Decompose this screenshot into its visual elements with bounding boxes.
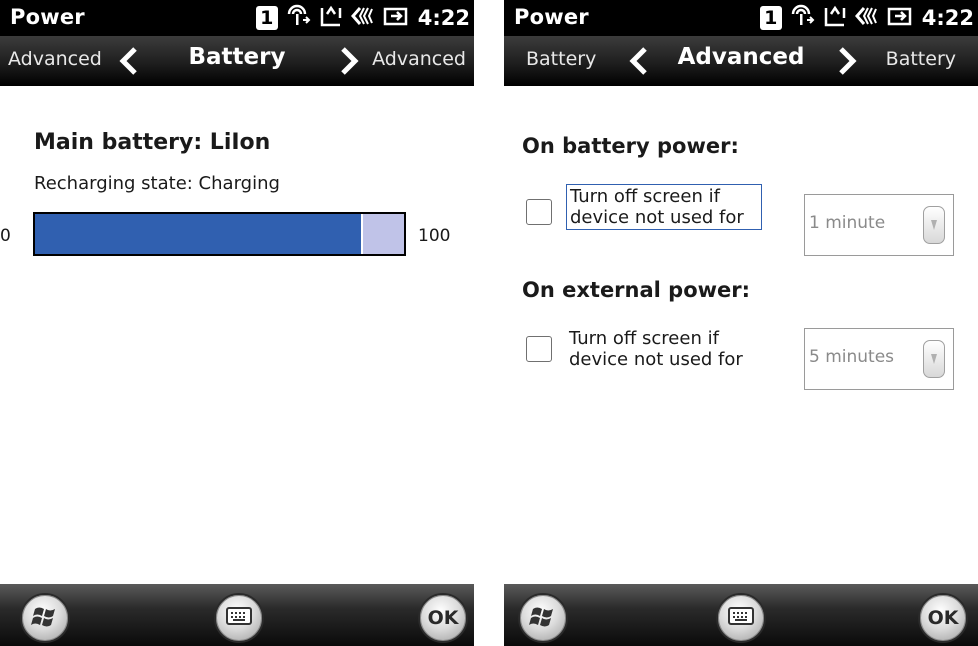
battery-bar-max-label: 100 — [418, 226, 451, 246]
status-icons: 1 4:22 — [255, 4, 470, 32]
bottom-toolbar: OK — [504, 584, 978, 646]
tab-navigation: Advanced Battery Advanced — [0, 36, 474, 86]
bottom-toolbar: OK — [0, 584, 474, 646]
battery-level-fill — [35, 214, 364, 254]
keyboard-icon — [727, 605, 755, 631]
sim-slot-badge: 1 — [759, 6, 782, 30]
external-power-heading: On external power: — [522, 278, 751, 302]
start-icon — [30, 601, 60, 635]
dropdown-arrow-icon[interactable] — [923, 206, 945, 244]
ok-button[interactable]: OK — [418, 593, 468, 643]
checkbox-label-line: device not used for — [569, 349, 743, 370]
chevron-right-icon[interactable] — [836, 46, 858, 80]
battery-power-checkbox-label[interactable]: Turn off screen if device not used for — [566, 184, 762, 230]
status-icons: 1 4:22 — [759, 4, 974, 32]
status-clock: 4:22 — [417, 6, 470, 30]
battery-timeout-select[interactable]: 1 minute — [804, 194, 954, 256]
keyboard-button[interactable] — [716, 593, 766, 643]
keyboard-icon — [225, 605, 253, 631]
status-bar: Power 1 4:22 — [0, 0, 474, 36]
checkbox-label-line: device not used for — [570, 207, 744, 228]
ok-label: OK — [927, 607, 959, 629]
battery-power-heading: On battery power: — [522, 134, 739, 158]
checkbox-label-line: Turn off screen if — [569, 328, 719, 349]
status-clock: 4:22 — [921, 6, 974, 30]
external-power-checkbox-label[interactable]: Turn off screen if device not used for — [566, 327, 762, 371]
recharging-state-label: Recharging state: Charging — [34, 173, 280, 194]
nav-next-tab[interactable]: Battery — [886, 48, 956, 70]
start-button[interactable] — [20, 593, 70, 643]
battery-screen: Power 1 4:22 Advanced Battery Advanced M… — [0, 0, 474, 646]
start-button[interactable] — [518, 593, 568, 643]
ok-button[interactable]: OK — [918, 593, 968, 643]
battery-level-bar — [33, 212, 406, 256]
dropdown-arrow-icon[interactable] — [923, 340, 945, 378]
signal-icon[interactable] — [286, 4, 312, 32]
advanced-screen: Power 1 4:22 Battery Advanced Battery On… — [504, 0, 978, 646]
sync-icon[interactable] — [822, 4, 848, 32]
battery-bar-min-label: 0 — [0, 226, 11, 246]
app-title: Power — [514, 5, 589, 29]
external-timeout-value: 5 minutes — [809, 347, 895, 367]
external-power-checkbox[interactable] — [526, 336, 552, 362]
ok-label: OK — [427, 607, 459, 629]
battery-timeout-value: 1 minute — [809, 213, 886, 233]
battery-plug-icon[interactable] — [382, 4, 410, 32]
tab-navigation: Battery Advanced Battery — [504, 36, 978, 86]
signal-icon[interactable] — [790, 4, 816, 32]
battery-power-checkbox[interactable] — [526, 199, 552, 225]
keyboard-button[interactable] — [214, 593, 264, 643]
status-bar: Power 1 4:22 — [504, 0, 978, 36]
nav-next-tab[interactable]: Advanced — [372, 48, 466, 70]
main-battery-label: Main battery: LiIon — [34, 130, 271, 155]
battery-plug-icon[interactable] — [886, 4, 914, 32]
app-title: Power — [10, 5, 85, 29]
volume-icon[interactable] — [350, 4, 376, 32]
volume-icon[interactable] — [854, 4, 880, 32]
start-icon — [528, 601, 558, 635]
sync-icon[interactable] — [318, 4, 344, 32]
checkbox-label-line: Turn off screen if — [570, 186, 720, 207]
sim-slot-badge: 1 — [255, 6, 278, 30]
external-timeout-select[interactable]: 5 minutes — [804, 328, 954, 390]
chevron-right-icon[interactable] — [338, 46, 360, 80]
